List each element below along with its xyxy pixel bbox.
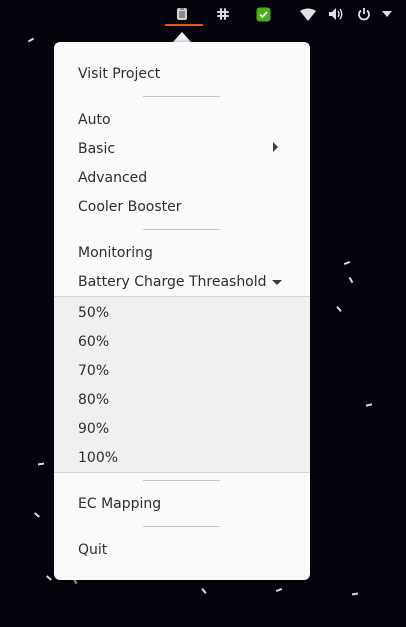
power-icon[interactable] (356, 4, 372, 24)
background-streak (46, 575, 52, 581)
menu-pointer-arrow (173, 32, 191, 42)
battery-option-70[interactable]: 70% (78, 362, 109, 380)
background-streak (348, 276, 354, 284)
menu-separator (143, 96, 220, 97)
shield-check-icon[interactable] (255, 4, 271, 24)
wifi-icon[interactable] (299, 4, 317, 24)
background-streak (37, 462, 45, 466)
expand-arrow-down-icon (272, 280, 282, 285)
chevron-down-icon[interactable] (380, 4, 394, 24)
menu-separator (143, 526, 220, 527)
background-streak (34, 512, 40, 518)
monitoring-item[interactable]: Monitoring (78, 244, 153, 262)
battery-option-100[interactable]: 100% (78, 449, 118, 467)
battery-threshold-item[interactable]: Battery Charge Threashold (78, 273, 267, 291)
battery-option-50[interactable]: 50% (78, 304, 109, 322)
slack-icon[interactable] (215, 4, 231, 24)
ec-mapping-item[interactable]: EC Mapping (78, 495, 161, 513)
background-streak (201, 588, 207, 594)
battery-threshold-submenu: 50% 60% 70% 80% 90% 100% (54, 296, 310, 473)
mode-auto-item[interactable]: Auto (78, 111, 111, 129)
background-streak (336, 306, 342, 312)
quit-item[interactable]: Quit (78, 541, 107, 559)
submenu-arrow-right-icon (273, 142, 278, 152)
battery-option-60[interactable]: 60% (78, 333, 109, 351)
background-streak (275, 588, 283, 592)
mode-advanced-item[interactable]: Advanced (78, 169, 147, 187)
battery-option-90[interactable]: 90% (78, 420, 109, 438)
menu-separator (143, 480, 220, 481)
background-streak (365, 403, 373, 407)
indicator-dropdown-menu: Visit Project Auto Basic Advanced Cooler… (54, 42, 310, 580)
background-streak (343, 261, 351, 265)
visit-project-item[interactable]: Visit Project (78, 65, 160, 83)
battery-option-80[interactable]: 80% (78, 391, 109, 409)
menu-separator (143, 229, 220, 230)
top-panel (0, 0, 406, 28)
background-streak (27, 37, 35, 43)
cooler-booster-item[interactable]: Cooler Booster (78, 198, 182, 216)
volume-icon[interactable] (327, 4, 345, 24)
mode-basic-item[interactable]: Basic (78, 140, 115, 158)
active-indicator-underline (165, 24, 203, 26)
fan-indicator-icon[interactable] (174, 4, 190, 24)
background-streak (351, 592, 359, 596)
